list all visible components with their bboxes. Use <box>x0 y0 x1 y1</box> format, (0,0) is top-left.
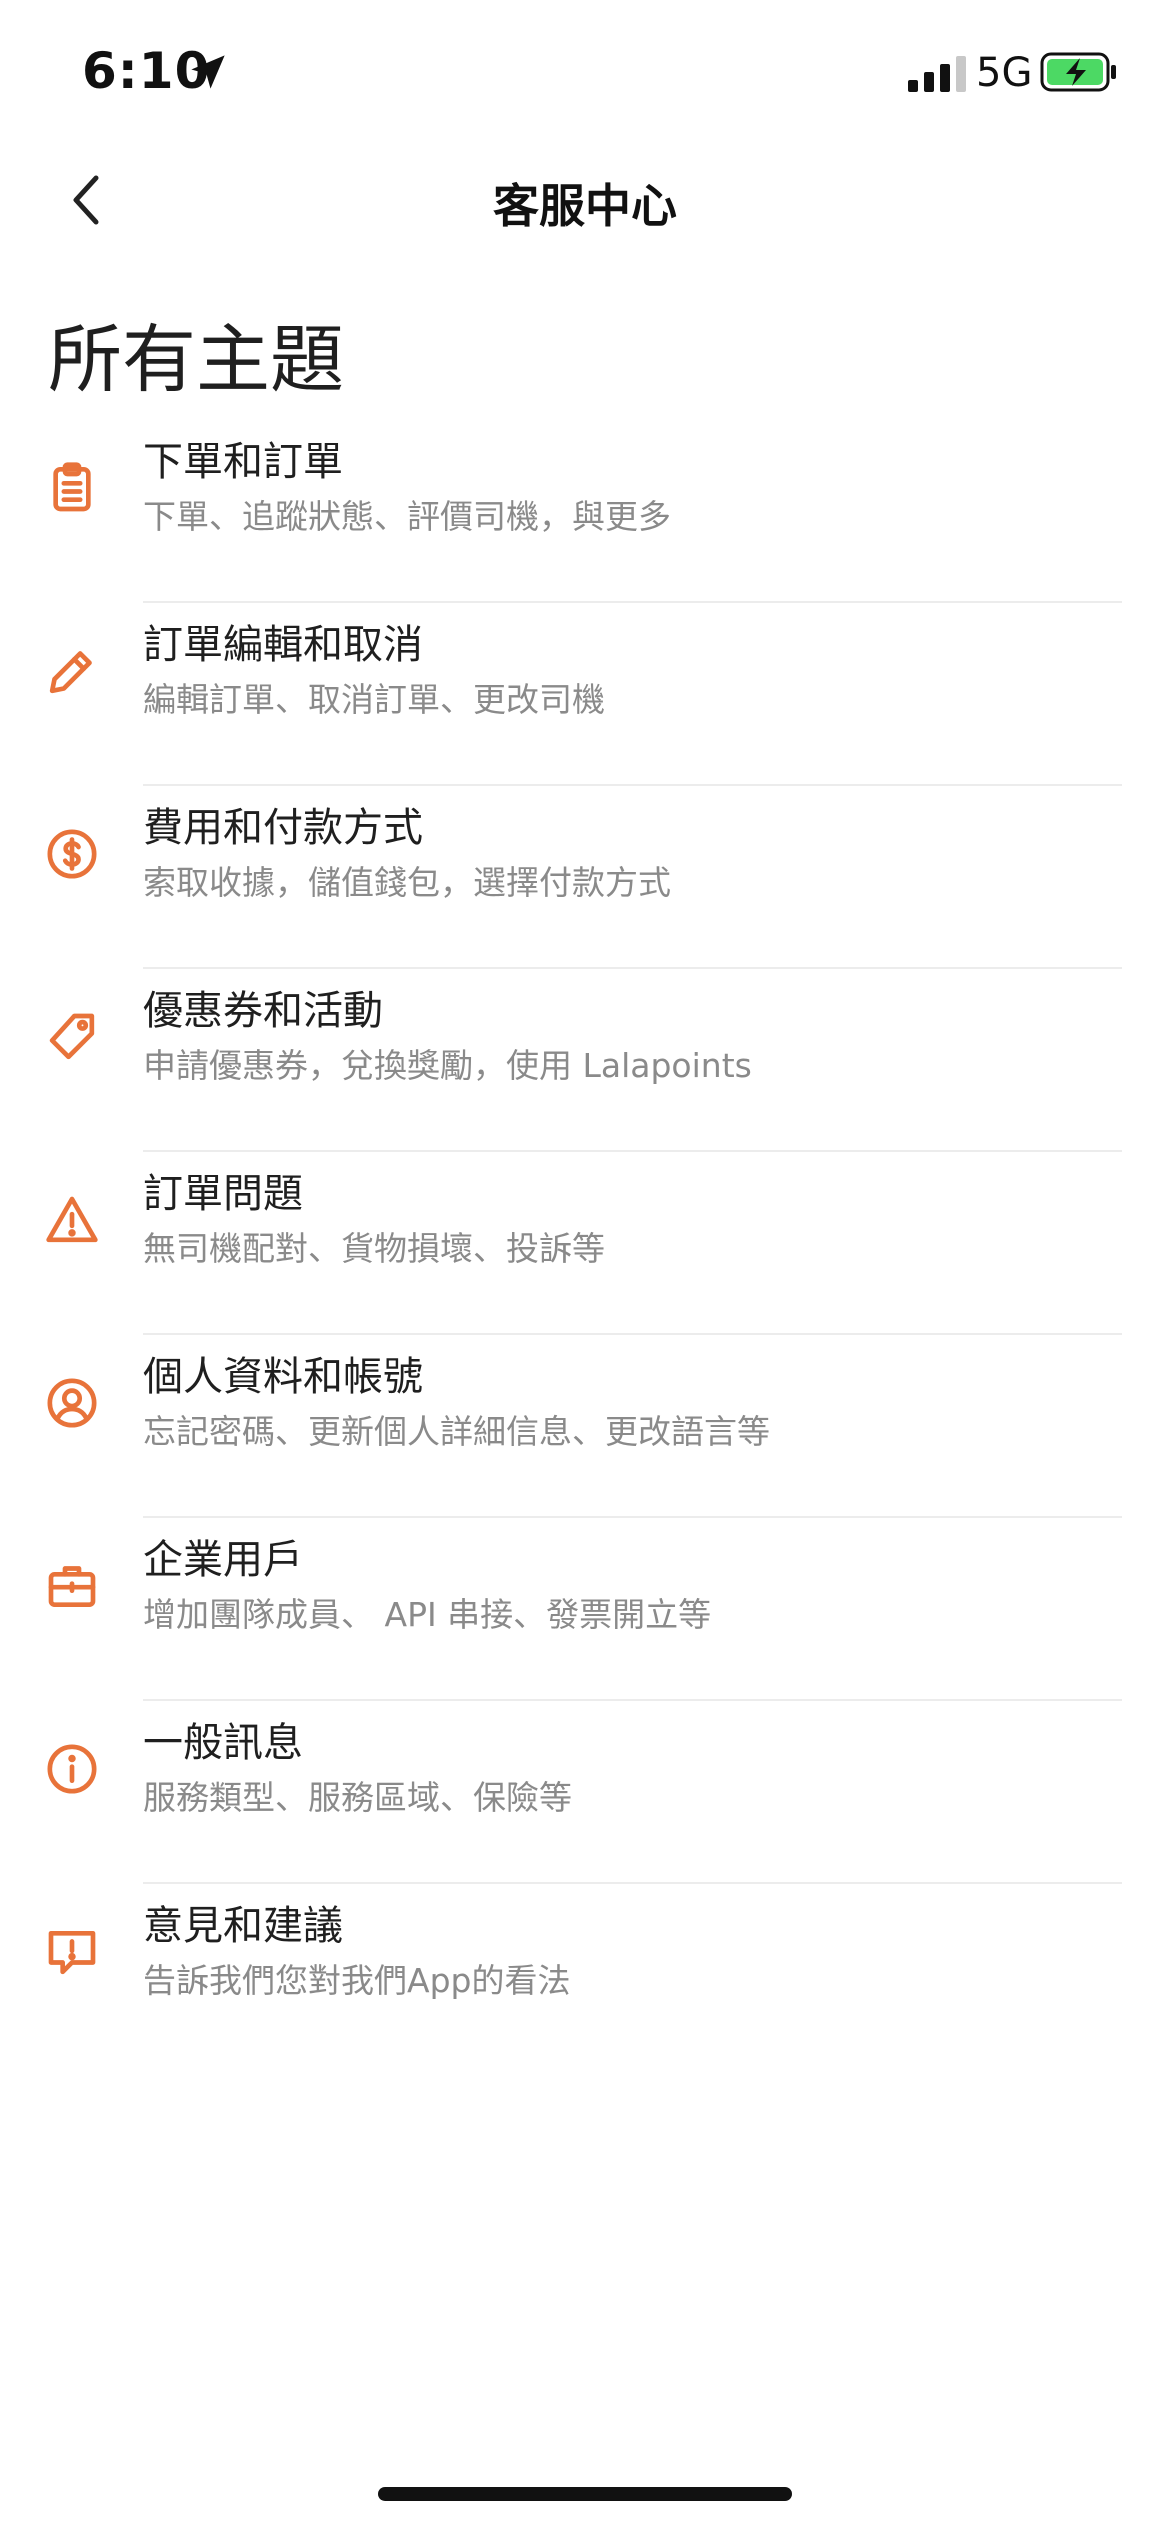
battery-charging-icon <box>1040 52 1116 92</box>
topic-title: 優惠券和活動 <box>143 988 383 1034</box>
dollar-icon <box>47 829 97 879</box>
clipboard-icon <box>53 462 91 512</box>
topic-subtitle: 編輯訂單、取消訂單、更改司機 <box>143 680 605 719</box>
topic-subtitle: 告訴我們您對我們App的看法 <box>143 1961 571 2000</box>
page-title: 客服中心 <box>493 179 677 233</box>
topic-subtitle: 忘記密碼、更新個人詳細信息、更改語言等 <box>143 1412 770 1451</box>
topic-item-order-issues[interactable]: 訂單問題 無司機配對、貨物損壞、投訴等 <box>0 1152 1170 1335</box>
location-arrow-icon <box>191 55 225 89</box>
topic-subtitle: 服務類型、服務區域、保險等 <box>143 1778 572 1817</box>
info-icon <box>47 1744 97 1794</box>
topic-title: 訂單問題 <box>143 1171 303 1217</box>
topic-title: 一般訊息 <box>143 1720 303 1766</box>
cellular-signal-icon <box>908 56 966 92</box>
user-circle-icon <box>47 1378 97 1428</box>
feedback-icon <box>48 1931 96 1975</box>
navigation-bar: 客服中心 <box>0 150 1170 250</box>
topic-subtitle: 下單、追蹤狀態、評價司機，與更多 <box>143 497 671 536</box>
topic-subtitle: 申請優惠券，兌換獎勵，使用 Lalapoints <box>143 1046 752 1085</box>
warning-icon <box>46 1196 98 1243</box>
topic-item-orders[interactable]: 下單和訂單 下單、追蹤狀態、評價司機，與更多 <box>0 420 1170 603</box>
topic-item-profile[interactable]: 個人資料和帳號 忘記密碼、更新個人詳細信息、更改語言等 <box>0 1335 1170 1518</box>
topic-list: 下單和訂單 下單、追蹤狀態、評價司機，與更多 訂單編輯和取消 編輯訂單、取消訂單… <box>0 420 1170 2067</box>
topic-item-coupons[interactable]: 優惠券和活動 申請優惠券，兌換獎勵，使用 Lalapoints <box>0 969 1170 1152</box>
topic-subtitle: 增加團隊成員、 API 串接、發票開立等 <box>143 1595 712 1634</box>
topic-title: 個人資料和帳號 <box>143 1354 423 1400</box>
pencil-icon <box>49 651 92 694</box>
topic-subtitle: 無司機配對、貨物損壞、投訴等 <box>143 1229 605 1268</box>
topic-item-payment[interactable]: 費用和付款方式 索取收據，儲值錢包，選擇付款方式 <box>0 786 1170 969</box>
tag-icon <box>49 1013 95 1060</box>
topic-title: 下單和訂單 <box>143 439 343 485</box>
home-indicator[interactable] <box>378 2487 792 2501</box>
topic-title: 企業用戶 <box>143 1537 303 1583</box>
topic-title: 費用和付款方式 <box>143 805 423 851</box>
status-bar: 6:10 5G <box>0 0 1170 150</box>
topic-title: 訂單編輯和取消 <box>143 622 423 668</box>
network-type: 5G <box>976 50 1033 96</box>
topic-item-business[interactable]: 企業用戶 增加團隊成員、 API 串接、發票開立等 <box>0 1518 1170 1701</box>
section-title: 所有主題 <box>48 317 344 403</box>
topic-title: 意見和建議 <box>143 1903 343 1949</box>
topic-item-feedback[interactable]: 意見和建議 告訴我們您對我們App的看法 <box>0 1884 1170 2067</box>
briefcase-icon <box>48 1566 96 1607</box>
topic-item-edit-cancel[interactable]: 訂單編輯和取消 編輯訂單、取消訂單、更改司機 <box>0 603 1170 786</box>
topic-subtitle: 索取收據，儲值錢包，選擇付款方式 <box>143 863 671 902</box>
topic-item-general-info[interactable]: 一般訊息 服務類型、服務區域、保險等 <box>0 1701 1170 1884</box>
